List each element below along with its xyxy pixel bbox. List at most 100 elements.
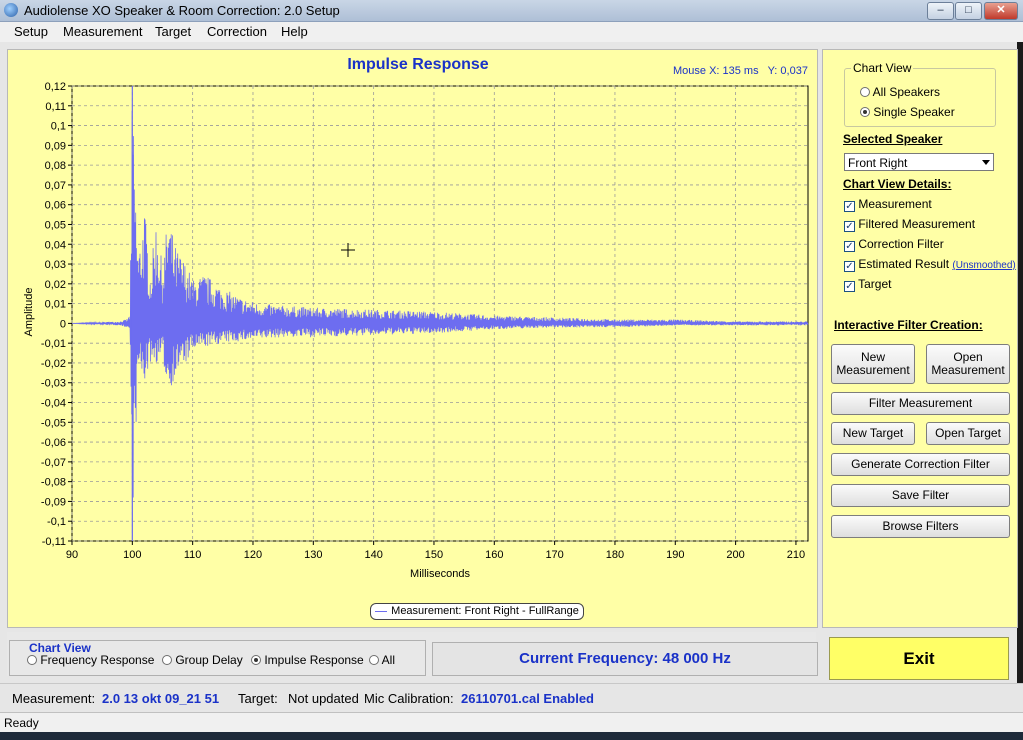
detail-estimated-result[interactable]: ✓ Estimated Result (Unsmoothed) xyxy=(844,257,1016,272)
y-tick-label: 0,11 xyxy=(45,101,66,113)
detail-correction-filter[interactable]: ✓ Correction Filter xyxy=(844,237,944,252)
measurement-info-value: 2.0 13 okt 09_21 51 xyxy=(102,691,220,706)
crosshair-cursor xyxy=(341,243,355,257)
all-label: All xyxy=(381,653,396,667)
save-filter-button[interactable]: Save Filter xyxy=(831,484,1010,507)
chart-series xyxy=(72,86,809,541)
current-frequency: Current Frequency: 48 000 Hz xyxy=(432,642,818,676)
menu-correction[interactable]: Correction xyxy=(207,24,267,39)
y-tick-label: 0,1 xyxy=(51,121,66,133)
y-tick-label: -0,1 xyxy=(47,516,66,528)
x-tick-label: 130 xyxy=(304,549,322,561)
browse-filters-button[interactable]: Browse Filters xyxy=(831,515,1010,538)
side-panel: Chart View All Speakers Single Speaker S… xyxy=(822,49,1018,628)
selected-speaker-value: Front Right xyxy=(848,156,908,170)
all-speakers-radio[interactable] xyxy=(860,87,870,97)
single-speaker-radio[interactable] xyxy=(860,107,870,117)
y-tick-label: 0,12 xyxy=(45,81,66,93)
y-tick-label: -0,05 xyxy=(41,417,66,429)
checkbox-target[interactable]: ✓ xyxy=(844,281,855,292)
x-tick-label: 160 xyxy=(485,549,503,561)
option-all[interactable]: All xyxy=(369,653,395,667)
impulse-response-radio[interactable] xyxy=(251,655,261,665)
chevron-down-icon xyxy=(982,160,990,165)
y-tick-label: -0,01 xyxy=(41,338,66,350)
option-impulse-response[interactable]: Impulse Response xyxy=(251,653,364,667)
detail-filtered-measurement[interactable]: ✓ Filtered Measurement xyxy=(844,217,975,232)
all-speakers-label: All Speakers xyxy=(872,85,941,99)
chart-view-group-title: Chart View xyxy=(851,61,914,75)
menu-help[interactable]: Help xyxy=(281,24,308,39)
detail-measurement-label: Measurement xyxy=(858,197,932,211)
single-speaker-option[interactable]: Single Speaker xyxy=(860,105,955,119)
open-measurement-button[interactable]: Open Measurement xyxy=(926,344,1010,384)
checkbox-estimated-result[interactable]: ✓ xyxy=(844,261,855,272)
exit-button[interactable]: Exit xyxy=(829,637,1009,680)
detail-filtered-measurement-label: Filtered Measurement xyxy=(858,217,976,231)
minimize-button[interactable]: – xyxy=(927,2,954,20)
group-delay-label: Group Delay xyxy=(175,653,243,667)
all-speakers-option[interactable]: All Speakers xyxy=(860,85,940,99)
x-tick-label: 170 xyxy=(545,549,563,561)
y-axis-label: Amplitude xyxy=(23,288,35,337)
x-axis-label: Milliseconds xyxy=(410,568,470,580)
y-tick-label: -0,06 xyxy=(41,437,66,449)
menu-setup[interactable]: Setup xyxy=(14,24,48,39)
menu-measurement[interactable]: Measurement xyxy=(63,24,142,39)
new-measurement-button[interactable]: New Measurement xyxy=(831,344,915,384)
chart-panel[interactable]: Impulse Response Mouse X: 135 ms Y: 0,03… xyxy=(7,49,818,628)
filter-measurement-button[interactable]: Filter Measurement xyxy=(831,392,1010,415)
maximize-button[interactable]: □ xyxy=(955,2,982,20)
y-tick-label: -0,08 xyxy=(41,477,66,489)
x-tick-label: 200 xyxy=(726,549,744,561)
all-radio[interactable] xyxy=(369,655,379,665)
selected-speaker-dropdown[interactable]: Front Right xyxy=(844,153,994,171)
checkbox-correction-filter[interactable]: ✓ xyxy=(844,241,855,252)
y-tick-label: 0,02 xyxy=(45,279,66,291)
impulse-response-chart[interactable]: 0,12 0,11 0,1 0,09 0,08 0,07 0,06 0,05 0,04 0,03 0… xyxy=(8,50,817,627)
y-tick-label: -0,04 xyxy=(41,398,66,410)
y-tick-label: -0,11 xyxy=(42,536,66,548)
selected-speaker-label: Selected Speaker xyxy=(843,132,943,146)
y-tick-label: 0,01 xyxy=(45,299,66,311)
close-button[interactable]: ✕ xyxy=(984,2,1018,20)
info-bar: Measurement: 2.0 13 okt 09_21 51 Target:… xyxy=(0,683,1023,712)
y-tick-label: -0,03 xyxy=(41,378,66,390)
detail-estimated-result-label: Estimated Result xyxy=(858,257,950,271)
status-bar: Ready xyxy=(0,712,1023,733)
mic-calibration-label: Mic Calibration: xyxy=(364,691,454,706)
series-line-measurement xyxy=(72,110,809,537)
menu-target[interactable]: Target xyxy=(155,24,191,39)
detail-measurement[interactable]: ✓ Measurement xyxy=(844,197,932,212)
interactive-filter-label: Interactive Filter Creation: xyxy=(834,318,983,332)
new-target-button[interactable]: New Target xyxy=(831,422,915,445)
option-frequency-response[interactable]: Frequency Response xyxy=(27,653,154,667)
status-text: Ready xyxy=(4,716,39,730)
generate-correction-filter-button[interactable]: Generate Correction Filter xyxy=(831,453,1010,476)
x-tick-label: 190 xyxy=(666,549,684,561)
y-tick-label: 0,03 xyxy=(45,259,66,271)
group-delay-radio[interactable] xyxy=(162,655,172,665)
x-tick-label: 100 xyxy=(123,549,141,561)
checkbox-measurement[interactable]: ✓ xyxy=(844,201,855,212)
impulse-response-label: Impulse Response xyxy=(264,653,364,667)
unsmoothed-link[interactable]: (Unsmoothed) xyxy=(952,260,1015,271)
y-tick-label: -0,02 xyxy=(41,358,66,370)
y-tick-label: 0,07 xyxy=(45,180,66,192)
chart-legend: Measurement: Front Right - FullRange xyxy=(370,603,584,620)
detail-target[interactable]: ✓ Target xyxy=(844,277,891,292)
legend-swatch xyxy=(375,610,388,612)
chart-view-details-label: Chart View Details: xyxy=(843,177,952,191)
x-tick-label: 210 xyxy=(787,549,805,561)
detail-target-label: Target xyxy=(858,277,892,291)
option-group-delay[interactable]: Group Delay xyxy=(162,653,243,667)
legend-label: Measurement: Front Right - FullRange xyxy=(391,605,579,617)
y-tick-label: 0,06 xyxy=(45,200,66,212)
frequency-response-radio[interactable] xyxy=(27,655,37,665)
target-info-label: Target: xyxy=(238,691,278,706)
single-speaker-label: Single Speaker xyxy=(873,105,955,119)
bottom-chart-view-group: Chart View Frequency Response Group Dela… xyxy=(9,640,426,676)
checkbox-filtered-measurement[interactable]: ✓ xyxy=(844,221,855,232)
open-target-button[interactable]: Open Target xyxy=(926,422,1010,445)
frequency-response-label: Frequency Response xyxy=(40,653,155,667)
